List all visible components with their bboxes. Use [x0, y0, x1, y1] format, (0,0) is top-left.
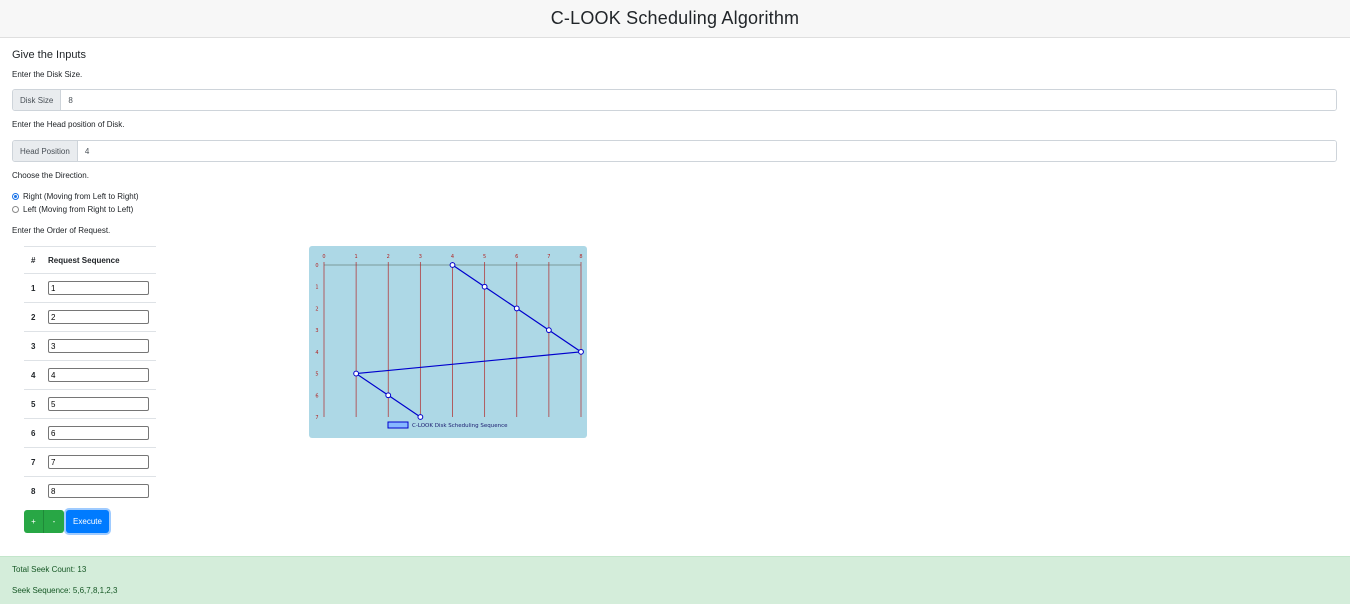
seek-point	[513, 305, 520, 312]
request-input[interactable]	[48, 484, 149, 499]
direction-left-label: Left (Moving from Right to Left)	[23, 205, 134, 214]
head-position-hint: Enter the Head position of Disk.	[12, 120, 125, 129]
total-seek-count: Total Seek Count: 13	[12, 565, 87, 574]
row-index: 2	[24, 302, 48, 332]
head-position-group: Head Position	[12, 140, 1337, 162]
table-row: 5	[24, 389, 156, 419]
seek-chart-svg: 0 1 2 3 4 5 6 7 8 0 1 2 3 4 5 6 7 C-LOOK Disk Scheduling …	[315, 254, 584, 429]
direction-right-option[interactable]: Right (Moving from Left to Right)	[12, 192, 139, 201]
row-index: 3	[24, 331, 48, 361]
x-tick-label: 1	[355, 254, 358, 260]
request-input[interactable]	[48, 339, 149, 353]
radio-left[interactable]	[12, 206, 19, 213]
seek-chart: 0 1 2 3 4 5 6 7 8 0 1 2 3 4 5 6 7 C-LOOK Disk Scheduling …	[309, 246, 587, 438]
request-input[interactable]	[48, 397, 149, 411]
y-tick-label: 6	[315, 393, 318, 399]
y-tick-label: 1	[315, 285, 318, 291]
request-input[interactable]	[48, 310, 149, 324]
request-input[interactable]	[48, 455, 149, 469]
table-header-sequence: Request Sequence	[48, 246, 156, 274]
remove-row-button[interactable]: -	[44, 510, 64, 533]
seek-point	[481, 283, 488, 290]
inputs-section-title: Give the Inputs	[12, 49, 86, 61]
disk-size-group: Disk Size	[12, 89, 1337, 111]
table-row: 2	[24, 302, 156, 332]
request-input[interactable]	[48, 281, 149, 295]
seek-point	[545, 327, 552, 334]
radio-right[interactable]	[12, 193, 19, 200]
seek-point	[417, 414, 424, 420]
direction-hint: Choose the Direction.	[12, 171, 89, 180]
head-position-input[interactable]	[77, 141, 1336, 161]
legend-label: C-LOOK Disk Scheduling Sequence	[412, 423, 508, 429]
request-table: # Request Sequence 1 2 3 4 5	[24, 246, 156, 506]
table-row: 1	[24, 273, 156, 303]
disk-size-hint: Enter the Disk Size.	[12, 70, 83, 79]
request-input[interactable]	[48, 426, 149, 440]
seek-point	[449, 262, 456, 268]
action-buttons: + - Execute	[24, 510, 109, 533]
row-index: 7	[24, 447, 48, 477]
row-index: 8	[24, 476, 48, 506]
row-index: 5	[24, 389, 48, 419]
table-row: 6	[24, 418, 156, 448]
result-panel: Total Seek Count: 13 Seek Sequence: 5,6,…	[0, 556, 1350, 604]
y-tick-label: 7	[315, 415, 318, 421]
direction-left-option[interactable]: Left (Moving from Right to Left)	[12, 205, 133, 214]
direction-right-label: Right (Moving from Left to Right)	[23, 192, 139, 201]
x-tick-label: 4	[451, 254, 454, 260]
head-position-label: Head Position	[13, 141, 78, 161]
y-tick-label: 2	[315, 306, 318, 312]
table-row: 4	[24, 360, 156, 390]
page-title: C-LOOK Scheduling Algorithm	[550, 8, 800, 28]
x-tick-label: 0	[322, 254, 325, 260]
table-header-row: # Request Sequence	[24, 246, 156, 274]
y-tick-label: 3	[315, 328, 318, 334]
seek-sequence: Seek Sequence: 5,6,7,8,1,2,3	[12, 586, 118, 595]
seek-point	[578, 348, 584, 355]
x-tick-label: 3	[419, 254, 422, 260]
seek-point	[353, 370, 360, 377]
table-header-index: #	[24, 246, 48, 274]
x-tick-label: 6	[515, 254, 518, 260]
order-hint: Enter the Order of Request.	[12, 226, 111, 235]
row-index: 6	[24, 418, 48, 448]
table-row: 7	[24, 447, 156, 477]
legend-swatch	[387, 421, 409, 429]
y-tick-label: 4	[315, 350, 318, 356]
x-tick-label: 2	[387, 254, 390, 260]
request-input[interactable]	[48, 368, 149, 382]
x-tick-label: 7	[547, 254, 550, 260]
table-row: 3	[24, 331, 156, 361]
execute-button[interactable]: Execute	[66, 510, 109, 533]
add-row-button[interactable]: +	[24, 510, 44, 533]
disk-size-label: Disk Size	[13, 90, 62, 110]
x-tick-label: 8	[579, 254, 582, 260]
y-tick-label: 0	[315, 263, 318, 269]
disk-size-input[interactable]	[61, 90, 1336, 110]
row-index: 4	[24, 360, 48, 390]
page-header: C-LOOK Scheduling Algorithm	[0, 0, 1350, 38]
table-row: 8	[24, 476, 156, 506]
seek-point	[385, 392, 392, 399]
x-tick-label: 5	[483, 254, 486, 260]
row-index: 1	[24, 273, 48, 303]
y-tick-label: 5	[315, 372, 318, 378]
